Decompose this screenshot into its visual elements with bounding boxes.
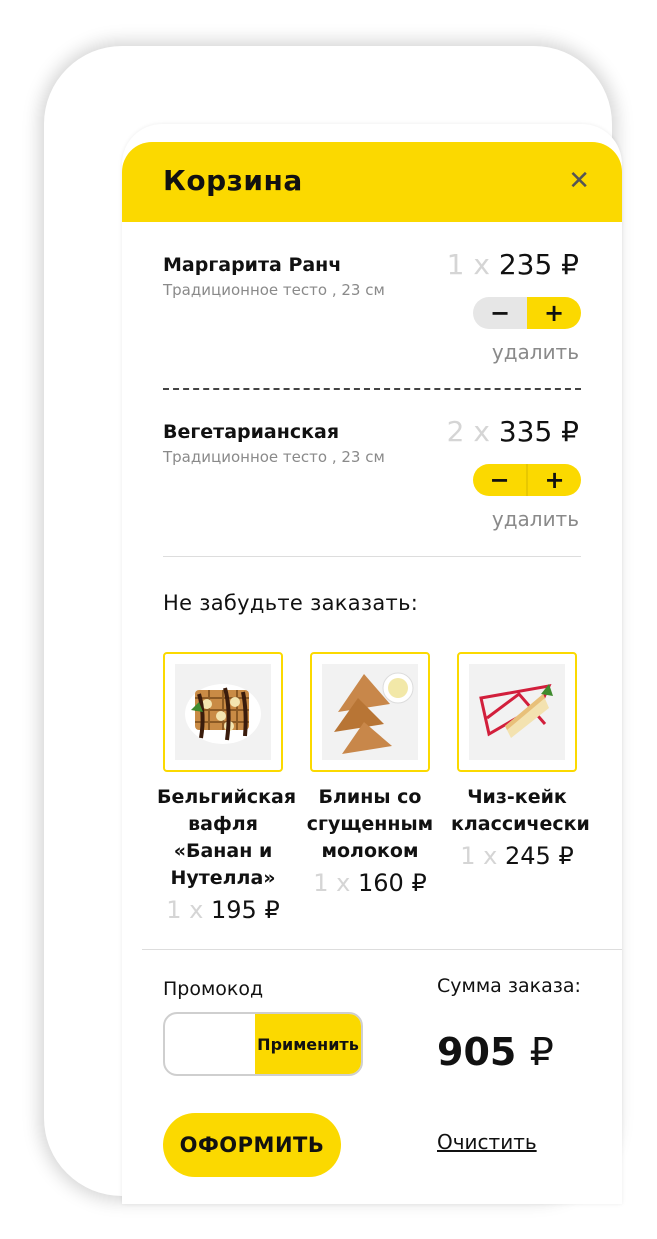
phone-frame: Корзина ✕ Маргарита Ранч Традиционное те…	[44, 46, 622, 1204]
sum-label: Сумма заказа:	[437, 975, 581, 997]
upsell-title: Не забудьте заказать:	[163, 591, 419, 615]
ruble-icon: ₽	[411, 869, 427, 897]
item-price: 2 x 335 ₽	[447, 415, 579, 448]
item-price-value: 335	[498, 415, 553, 448]
item-name: Вегетарианская	[163, 421, 340, 443]
delete-link[interactable]: удалить	[492, 507, 579, 531]
upsell-price: 1 x 245 ₽	[451, 842, 583, 870]
ruble-icon: ₽	[264, 896, 280, 924]
upsell-price-value: 160	[358, 869, 404, 897]
item-price: 1 x 235 ₽	[447, 248, 579, 281]
close-icon[interactable]: ✕	[568, 166, 590, 196]
promo-label: Промокод	[163, 978, 264, 1000]
footer-divider	[142, 949, 622, 950]
promo-field: Применить	[163, 1012, 363, 1076]
item-quantity: 2 x	[446, 415, 490, 448]
decrease-button[interactable]: −	[473, 297, 527, 329]
sum-amount: 905	[437, 1030, 517, 1074]
item-price-value: 235	[498, 248, 553, 281]
item-name: Маргарита Ранч	[163, 254, 342, 276]
ruble-icon: ₽	[561, 415, 579, 448]
cart-header: Корзина ✕	[122, 142, 622, 222]
sum-value: 905 ₽	[437, 1030, 554, 1074]
waffle-image[interactable]	[163, 652, 283, 772]
upsell-name: Бельгийская вафля «Банан и Нутелла»	[157, 786, 297, 889]
upsell-name: Чиз-кейк классически	[451, 786, 590, 835]
cart-title: Корзина	[163, 164, 303, 197]
upsell-price: 1 x 195 ₽	[157, 896, 289, 924]
cart-panel: Корзина ✕ Маргарита Ранч Традиционное те…	[122, 124, 622, 1204]
ruble-icon: ₽	[561, 248, 579, 281]
upsell-quantity: 1 x	[166, 896, 204, 924]
cheesecake-image[interactable]	[457, 652, 577, 772]
upsell-price: 1 x 160 ₽	[304, 869, 436, 897]
increase-button[interactable]: +	[526, 464, 581, 496]
increase-button[interactable]: +	[527, 297, 581, 329]
item-description: Традиционное тесто , 23 см	[163, 281, 385, 299]
quantity-stepper: − +	[473, 297, 581, 329]
checkout-button[interactable]: ОФОРМИТЬ	[163, 1113, 341, 1177]
ruble-icon: ₽	[529, 1030, 554, 1074]
item-divider	[163, 388, 581, 390]
upsell-price-value: 195	[211, 896, 257, 924]
apply-button[interactable]: Применить	[255, 1014, 361, 1074]
upsell-price-value: 245	[505, 842, 551, 870]
quantity-stepper: − +	[473, 464, 581, 496]
pancakes-image[interactable]	[310, 652, 430, 772]
promo-input[interactable]	[165, 1014, 255, 1074]
upsell-quantity: 1 x	[313, 869, 351, 897]
upsell-name: Блины со сгущенным молоком	[306, 786, 434, 862]
delete-link[interactable]: удалить	[492, 340, 579, 364]
upsell-quantity: 1 x	[460, 842, 498, 870]
ruble-icon: ₽	[558, 842, 574, 870]
item-description: Традиционное тесто , 23 см	[163, 448, 385, 466]
decrease-button[interactable]: −	[473, 464, 526, 496]
clear-link[interactable]: Очистить	[437, 1130, 537, 1154]
section-divider	[163, 556, 581, 557]
item-quantity: 1 x	[446, 248, 490, 281]
